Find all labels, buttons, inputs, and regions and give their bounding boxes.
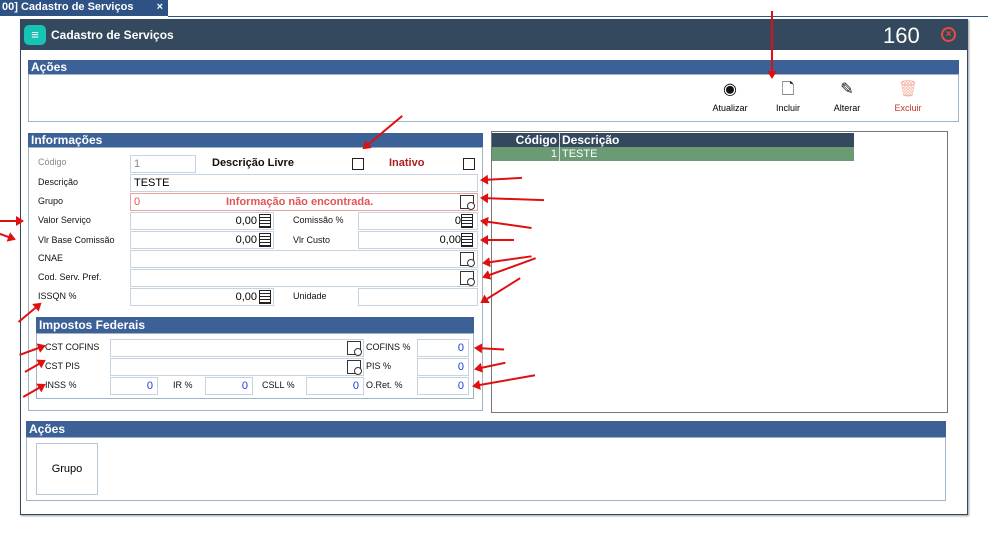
oret-label: O.Ret. % <box>366 380 403 390</box>
grupo-error-message: Informação não encontrada. <box>226 196 374 208</box>
actions-bottom-heading: Ações <box>26 421 946 437</box>
table-row[interactable]: 1 TESTE <box>492 147 854 161</box>
cst-cofins-label: CST COFINS <box>45 342 100 352</box>
annotation-arrow <box>480 235 514 245</box>
valor-servico-field[interactable]: 0,00 <box>130 212 274 230</box>
cst-pis-lookup-icon[interactable] <box>347 360 362 375</box>
grupo-value: 0 <box>134 196 141 208</box>
descricao-livre-label: Descrição Livre <box>212 157 294 169</box>
issqn-field[interactable]: 0,00 <box>130 288 274 306</box>
title-bar: ≡ Cadastro de Serviços 160 × <box>21 20 967 50</box>
cst-pis-field[interactable] <box>110 358 364 376</box>
tab-underline <box>168 16 988 17</box>
comissao-calculator-icon[interactable] <box>461 214 473 228</box>
cnae-label: CNAE <box>38 253 64 263</box>
annotation-arrow <box>771 11 773 77</box>
tab-strip: 00] Cadastro de Serviços × <box>0 0 988 18</box>
vlr-custo-label: Vlr Custo <box>293 235 331 245</box>
inativo-checkbox[interactable] <box>463 158 475 170</box>
edit-icon: ✎ <box>840 81 854 98</box>
actions-bottom-panel: Grupo <box>26 437 946 501</box>
window-close-icon[interactable]: × <box>941 27 956 42</box>
pis-label: PIS % <box>366 361 392 371</box>
actions-top-heading: Ações <box>28 60 959 74</box>
grupo-field[interactable]: 0 Informação não encontrada. <box>130 193 478 211</box>
incluir-label: Incluir <box>775 103 800 113</box>
vlr-custo-calculator-icon[interactable] <box>461 233 473 247</box>
descricao-label: Descrição <box>38 177 79 187</box>
descricao-field[interactable]: TESTE <box>130 174 478 192</box>
unidade-label: Unidade <box>293 291 327 301</box>
refresh-icon: ◉ <box>723 81 737 98</box>
vlr-base-comissao-field[interactable]: 0,00 <box>130 231 274 249</box>
cnae-lookup-icon[interactable] <box>460 252 475 267</box>
grupo-label: Grupo <box>38 196 64 206</box>
inss-field[interactable]: 0 <box>110 377 158 395</box>
excluir-label: Excluir <box>894 103 922 113</box>
csll-field[interactable]: 0 <box>306 377 364 395</box>
cod-serv-pref-lookup-icon[interactable] <box>460 271 475 286</box>
grid-col-descricao[interactable]: Descrição <box>562 133 619 147</box>
descricao-livre-checkbox[interactable] <box>352 158 364 170</box>
issqn-calculator-icon[interactable] <box>259 290 271 304</box>
issqn-label: ISSQN % <box>38 291 77 301</box>
cst-cofins-lookup-icon[interactable] <box>347 341 362 356</box>
cst-cofins-field[interactable] <box>110 339 364 357</box>
tab-close-icon[interactable]: × <box>157 0 163 14</box>
pis-field[interactable]: 0 <box>417 358 469 376</box>
ir-field[interactable]: 0 <box>205 377 253 395</box>
cadastro-servicos-window: ≡ Cadastro de Serviços 160 × Ações ◉ Atu… <box>20 19 968 515</box>
app-logo-icon: ≡ <box>24 25 46 45</box>
codigo-label: Código <box>38 157 67 167</box>
inativo-label: Inativo <box>389 157 425 169</box>
vlr-base-comissao-label: Vlr Base Comissão <box>38 235 115 245</box>
cofins-label: COFINS % <box>366 342 411 352</box>
cofins-field[interactable]: 0 <box>417 339 469 357</box>
grupo-button[interactable]: Grupo <box>36 443 98 495</box>
impostos-federais-heading: Impostos Federais <box>36 317 474 333</box>
alterar-button[interactable]: ✎ Alterar <box>822 79 872 119</box>
cod-serv-pref-label: Cod. Serv. Pref. <box>38 272 102 282</box>
atualizar-button[interactable]: ◉ Atualizar <box>705 79 755 119</box>
codigo-field[interactable]: 1 <box>130 155 196 173</box>
unidade-field[interactable] <box>358 288 478 306</box>
grid-col-codigo[interactable]: Código <box>492 133 560 147</box>
cst-pis-label: CST PIS <box>45 361 80 371</box>
actions-top-panel: ◉ Atualizar 🗋 Incluir ✎ Alterar 🗑 Exclui… <box>28 74 959 122</box>
trash-icon: 🗑 <box>897 81 919 98</box>
alterar-label: Alterar <box>833 103 861 113</box>
valor-servico-calculator-icon[interactable] <box>259 214 271 228</box>
grid-cell-codigo: 1 <box>492 147 560 161</box>
window-title: Cadastro de Serviços <box>51 28 174 42</box>
vlr-custo-field[interactable]: 0,00 <box>358 231 478 249</box>
excluir-button[interactable]: 🗑 Excluir <box>883 79 933 119</box>
annotation-arrow <box>0 220 22 222</box>
atualizar-label: Atualizar <box>712 103 748 113</box>
cnae-field[interactable] <box>130 250 478 268</box>
annotation-arrow <box>0 230 15 240</box>
informacoes-heading: Informações <box>28 133 483 147</box>
incluir-button[interactable]: 🗋 Incluir <box>763 79 813 119</box>
grid-header: Código Descrição <box>492 133 854 147</box>
grid-cell-descricao: TESTE <box>562 148 598 160</box>
comissao-label: Comissão % <box>293 215 344 225</box>
valor-servico-label: Valor Serviço <box>38 215 91 225</box>
ir-label: IR % <box>173 380 193 390</box>
csll-label: CSLL % <box>262 380 295 390</box>
window-code: 160 <box>883 23 920 48</box>
services-grid: Código Descrição 1 TESTE <box>491 131 948 413</box>
new-document-icon: 🗋 <box>781 81 795 98</box>
vlr-base-comissao-calculator-icon[interactable] <box>259 233 271 247</box>
inss-label: INSS % <box>45 380 77 390</box>
oret-field[interactable]: 0 <box>417 377 469 395</box>
grupo-lookup-icon[interactable] <box>460 195 475 210</box>
tab-label: 00] Cadastro de Serviços <box>2 1 134 13</box>
tab-cadastro-servicos[interactable]: 00] Cadastro de Serviços × <box>0 0 168 16</box>
comissao-field[interactable]: 0 <box>358 212 478 230</box>
cod-serv-pref-field[interactable] <box>130 269 478 287</box>
